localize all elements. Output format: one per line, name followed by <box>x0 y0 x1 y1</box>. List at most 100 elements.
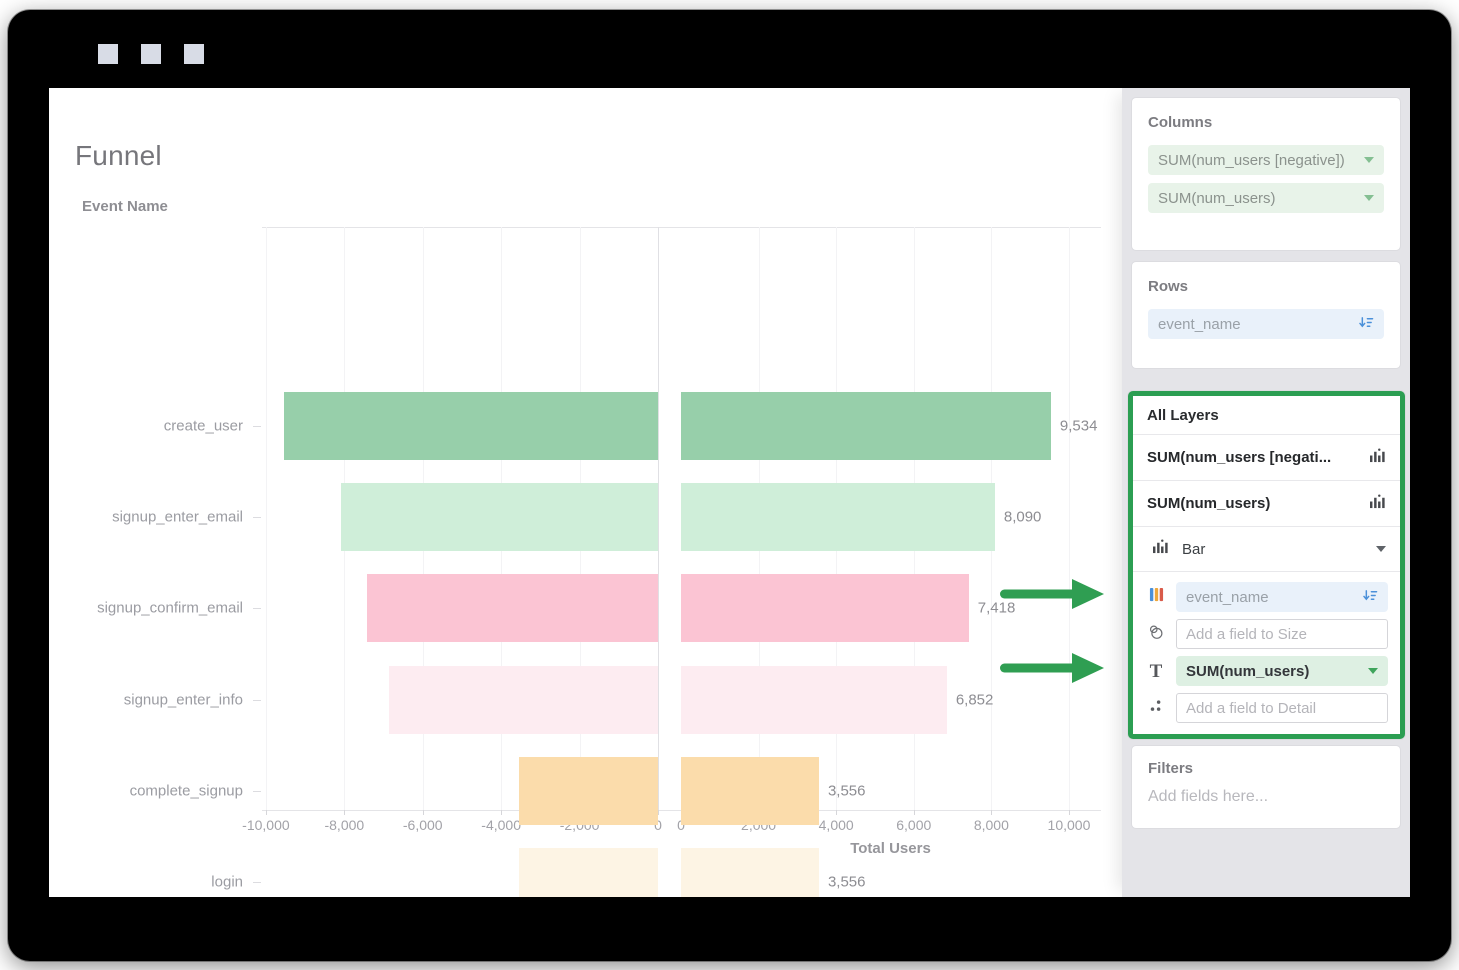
axis-tick <box>1069 810 1070 815</box>
mark-type-selector[interactable]: Bar <box>1133 527 1400 571</box>
worksheet-canvas: Funnel Event Name create_usersignup_ente… <box>49 88 1122 897</box>
sort-descending-icon <box>1359 316 1374 333</box>
app-window: Funnel Event Name create_usersignup_ente… <box>8 10 1451 961</box>
size-icon <box>1143 624 1169 645</box>
pill-label: event_name <box>1186 589 1269 606</box>
mark-row-1 <box>1143 619 1388 649</box>
chevron-down-icon <box>1364 195 1374 201</box>
bar-positive-signup_enter_email[interactable] <box>681 483 995 551</box>
window-titlebar <box>8 10 1451 88</box>
chevron-down-icon <box>1364 157 1374 163</box>
all-layers-card: All Layers SUM(num_users [negati... SUM(n… <box>1128 391 1405 739</box>
bar-negative-login[interactable] <box>519 848 658 897</box>
category-label-signup_enter_email[interactable]: signup_enter_email <box>49 509 243 526</box>
rows-shelf-card: Rows event_name <box>1132 262 1400 368</box>
chart-title: Funnel <box>75 140 162 172</box>
mark-pill-2[interactable]: SUM(num_users) <box>1176 656 1388 686</box>
pill-label: SUM(num_users) <box>1158 190 1276 207</box>
axis-tick <box>914 810 915 815</box>
pill-label: SUM(num_users [negative]) <box>1158 152 1345 169</box>
layer-row-1[interactable]: SUM(num_users) <box>1133 481 1400 526</box>
layer-row-0[interactable]: SUM(num_users [negati... <box>1133 435 1400 480</box>
columns-pill-1[interactable]: SUM(num_users) <box>1148 183 1384 213</box>
annotation-arrow-1 <box>998 576 1106 612</box>
bar-chart-icon <box>1147 539 1173 559</box>
x-tick-label: -10,000 <box>242 817 289 833</box>
columns-pill-0[interactable]: SUM(num_users [negative]) <box>1148 145 1384 175</box>
category-tick <box>253 517 261 518</box>
x-tick-label: 4,000 <box>819 817 854 833</box>
mark-field-input-3[interactable] <box>1176 693 1388 723</box>
filters-drop-target[interactable]: Add fields here... <box>1148 788 1384 806</box>
size-icon <box>1148 624 1164 645</box>
left-panel-zero-axis <box>658 227 659 810</box>
window-control-2[interactable] <box>141 44 161 64</box>
value-label-create_user: 9,534 <box>1060 418 1098 435</box>
color-legend-icon <box>1149 587 1164 607</box>
window-control-1[interactable] <box>98 44 118 64</box>
rows-shelf-title: Rows <box>1148 278 1384 295</box>
color-legend-icon <box>1143 587 1169 607</box>
columns-shelf-title: Columns <box>1148 114 1384 131</box>
text-icon: T <box>1150 662 1163 681</box>
annotation-arrow-2 <box>998 650 1106 686</box>
category-label-complete_signup[interactable]: complete_signup <box>49 782 243 799</box>
bar-positive-signup_enter_info[interactable] <box>681 666 947 734</box>
chevron-down-icon <box>1376 546 1386 552</box>
detail-icon <box>1143 699 1169 718</box>
chevron-down-icon <box>1368 668 1378 674</box>
category-label-signup_confirm_email[interactable]: signup_confirm_email <box>49 600 243 617</box>
plot-panel-negative: -10,000-8,000-6,000-4,000-2,0000 <box>262 227 658 810</box>
value-label-signup_enter_info: 6,852 <box>956 691 994 708</box>
x-tick-label: 6,000 <box>896 817 931 833</box>
pill-label: event_name <box>1158 316 1241 333</box>
bar-chart-icon <box>1369 448 1386 468</box>
mark-row-0: event_name <box>1143 582 1388 612</box>
category-tick <box>253 700 261 701</box>
x-tick-label: -4,000 <box>481 817 521 833</box>
filters-shelf-title: Filters <box>1148 760 1384 777</box>
category-tick <box>253 791 261 792</box>
rows-pill-0[interactable]: event_name <box>1148 309 1384 339</box>
bar-negative-signup_enter_email[interactable] <box>341 483 658 551</box>
bar-negative-signup_confirm_email[interactable] <box>367 574 658 642</box>
detail-icon <box>1149 699 1163 718</box>
bar-negative-complete_signup[interactable] <box>519 757 658 825</box>
x-tick-label: -6,000 <box>403 817 443 833</box>
gridline <box>1069 227 1070 810</box>
axis-tick <box>501 810 502 815</box>
all-layers-title: All Layers <box>1133 396 1400 434</box>
value-label-complete_signup: 3,556 <box>828 782 866 799</box>
bar-negative-signup_enter_info[interactable] <box>389 666 658 734</box>
bar-positive-complete_signup[interactable] <box>681 757 819 825</box>
category-tick <box>253 882 261 883</box>
bar-positive-create_user[interactable] <box>681 392 1051 460</box>
value-label-signup_enter_email: 8,090 <box>1004 509 1042 526</box>
axis-tick <box>266 810 267 815</box>
x-axis-title: Total Users <box>681 840 1100 857</box>
mark-row-3 <box>1143 693 1388 723</box>
window-control-3[interactable] <box>184 44 204 64</box>
layer-name: SUM(num_users) <box>1147 495 1270 512</box>
category-tick <box>253 426 261 427</box>
main-content: Funnel Event Name create_usersignup_ente… <box>49 88 1410 897</box>
axis-tick <box>423 810 424 815</box>
value-label-login: 3,556 <box>828 874 866 891</box>
mark-row-2: T SUM(num_users) <box>1143 656 1388 686</box>
gridline <box>266 227 267 810</box>
plot-panel-positive: 02,0004,0006,0008,00010,0009,5348,0907,4… <box>681 227 1100 810</box>
x-tick-label: 10,000 <box>1048 817 1091 833</box>
category-label-create_user[interactable]: create_user <box>49 418 243 435</box>
category-label-signup_enter_info[interactable]: signup_enter_info <box>49 691 243 708</box>
filters-shelf-card: Filters Add fields here... <box>1132 746 1400 828</box>
mark-pill-0[interactable]: event_name <box>1176 582 1388 612</box>
x-tick-label: 8,000 <box>974 817 1009 833</box>
bar-negative-create_user[interactable] <box>284 392 658 460</box>
bar-positive-signup_confirm_email[interactable] <box>681 574 969 642</box>
category-tick <box>253 608 261 609</box>
mark-field-input-1[interactable] <box>1176 619 1388 649</box>
pill-label: SUM(num_users) <box>1186 663 1309 680</box>
category-label-login[interactable]: login <box>49 874 243 891</box>
mark-type-label: Bar <box>1182 541 1367 558</box>
axis-tick <box>344 810 345 815</box>
